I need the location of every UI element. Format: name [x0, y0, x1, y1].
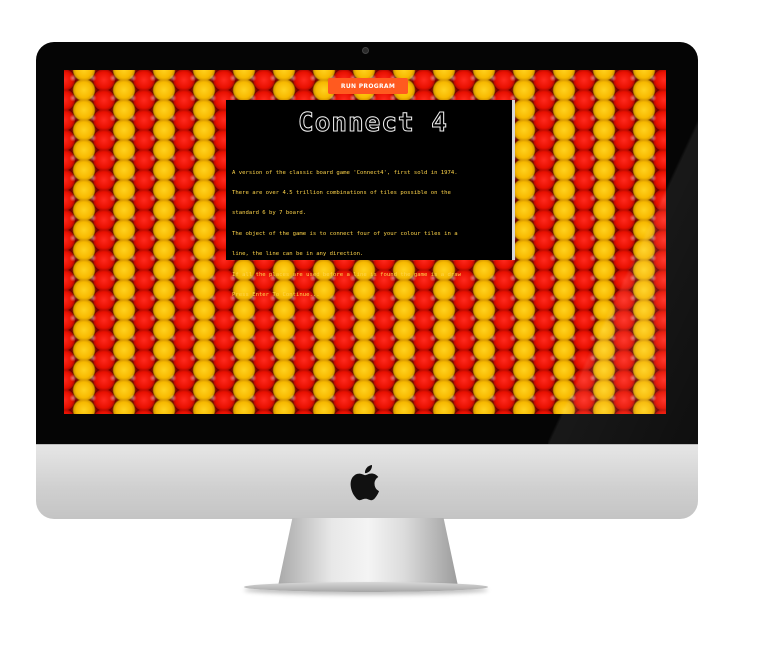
monitor-stand-foot: [244, 582, 488, 592]
console-line: If all the places are used before a line…: [232, 271, 462, 278]
console-terminal[interactable]: Connect 4 A version of the classic board…: [226, 100, 515, 298]
monitor-chin: [36, 444, 698, 519]
console-line: There are over 4.5 trillion combinations…: [232, 189, 451, 196]
camera-icon: [362, 47, 369, 54]
console-line: line, the line can be in any direction.: [232, 251, 364, 258]
screen-bezel: RUN PROGRAM Connect 4 A version of the c…: [36, 42, 698, 444]
monitor-stand: [278, 518, 458, 586]
game-title: Connect 4: [298, 108, 448, 139]
console-line: The object of the game is to connect fou…: [232, 230, 458, 237]
console-line: A version of the classic board game 'Con…: [232, 169, 458, 176]
console-output: A version of the classic board game 'Con…: [232, 156, 502, 312]
game-screen[interactable]: RUN PROGRAM Connect 4 A version of the c…: [64, 70, 666, 414]
imac-monitor: RUN PROGRAM Connect 4 A version of the c…: [36, 42, 698, 519]
run-program-button[interactable]: RUN PROGRAM: [328, 78, 408, 94]
console-line: Press Enter To Continue...: [232, 291, 320, 298]
console-line: standard 6 by 7 board.: [232, 210, 307, 217]
apple-logo-icon: [350, 465, 379, 501]
